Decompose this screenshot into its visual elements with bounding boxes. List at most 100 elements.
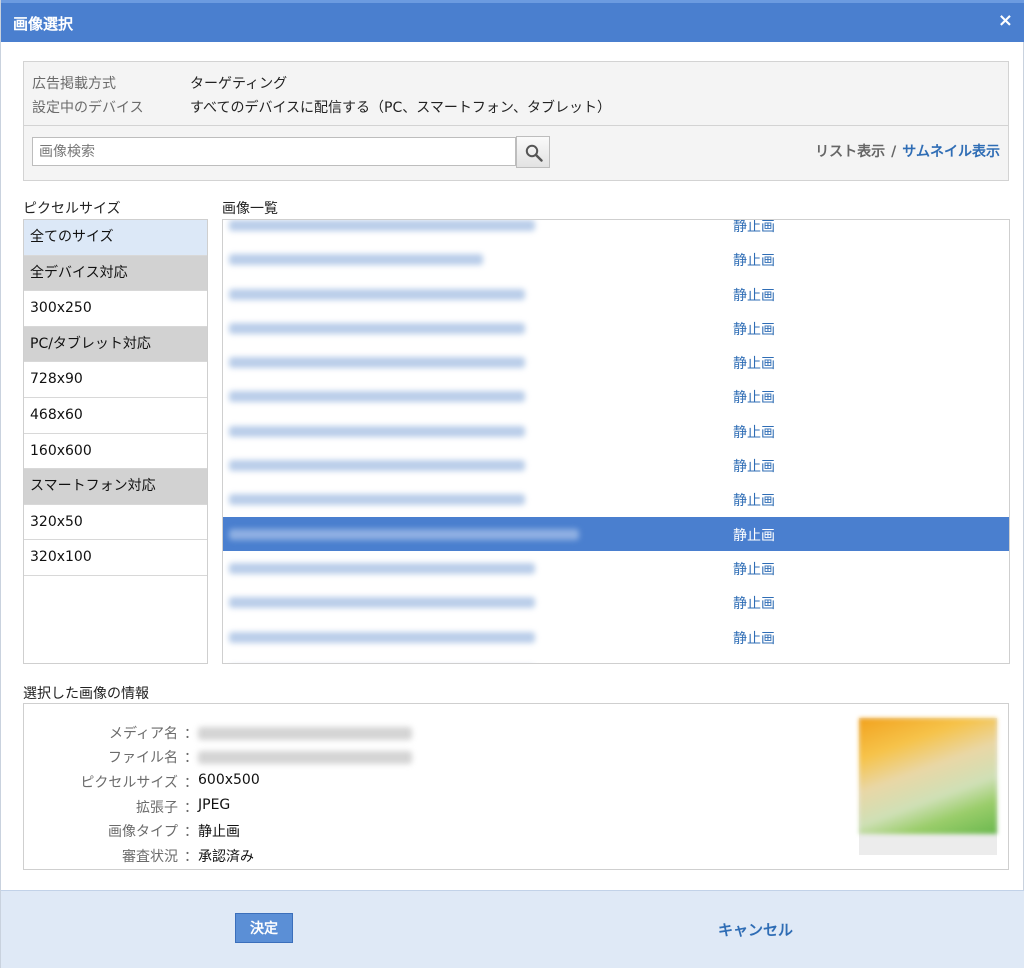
- image-type-text: 静止画: [733, 493, 775, 510]
- image-type-text: 静止画: [733, 356, 775, 373]
- size-item[interactable]: 300x250: [24, 291, 207, 327]
- image-list-row[interactable]: 静止画: [223, 242, 1009, 276]
- colon: ：: [184, 800, 198, 816]
- dialog-titlebar: 画像選択 ×: [1, 0, 1024, 42]
- list-view-link[interactable]: リスト表示: [815, 144, 885, 160]
- cancel-button[interactable]: キャンセル: [718, 919, 793, 940]
- image-file-name-redacted: [229, 597, 535, 609]
- image-list-row[interactable]: 静止画: [223, 620, 1009, 654]
- image-thumbnail: [859, 718, 997, 855]
- image-list-rows: 静止画静止画静止画静止画静止画静止画静止画静止画静止画静止画静止画静止画静止画静…: [223, 219, 1009, 663]
- pixel-size-row: ピクセルサイズ ： 600x500: [24, 769, 724, 793]
- image-select-dialog: 画像選択 × 広告掲載方式 ターゲティング 設定中のデバイス すべてのデバイスに配信…: [0, 0, 1024, 968]
- image-list-heading: 画像一覧: [222, 201, 278, 217]
- close-icon[interactable]: ×: [998, 11, 1013, 31]
- image-type-label: 画像タイプ: [108, 824, 178, 840]
- image-file-name-redacted: [229, 322, 525, 334]
- ad-method-label: 広告掲載方式: [32, 76, 116, 92]
- pixel-size-value: 600x500: [198, 772, 260, 788]
- search-icon: [525, 144, 543, 162]
- thumbnail-preview: [859, 718, 997, 834]
- extension-row: 拡張子 ： JPEG: [24, 794, 724, 818]
- divider: [24, 125, 1008, 126]
- media-name-label: メディア名: [108, 726, 178, 742]
- extension-value: JPEG: [198, 797, 231, 813]
- thumbnail-view-link[interactable]: サムネイル表示: [902, 144, 1000, 160]
- image-list-row[interactable]: 静止画: [223, 654, 1009, 663]
- size-item[interactable]: 468x60: [24, 398, 207, 434]
- image-file-name-redacted: [229, 357, 525, 369]
- review-status-label: 審査状況: [122, 849, 178, 865]
- image-list-row[interactable]: 静止画: [223, 448, 1009, 482]
- size-item[interactable]: 320x100: [24, 540, 207, 576]
- size-item[interactable]: 728x90: [24, 362, 207, 398]
- ad-info-panel: 広告掲載方式 ターゲティング 設定中のデバイス すべてのデバイスに配信する（PC、ス…: [23, 61, 1009, 181]
- image-type-text: 静止画: [733, 527, 775, 544]
- image-type-text: 静止画: [733, 287, 775, 304]
- image-list-row[interactable]: 静止画: [223, 345, 1009, 379]
- extension-label: 拡張子: [136, 800, 178, 816]
- colon: ：: [184, 775, 198, 791]
- image-list-row[interactable]: 静止画: [223, 379, 1009, 413]
- image-type-text: 静止画: [733, 390, 775, 407]
- image-type-text: 静止画: [733, 321, 775, 338]
- view-toggle: リスト表示 / サムネイル表示: [815, 141, 1000, 161]
- dialog-footer: 決定 キャンセル: [1, 890, 1024, 968]
- image-list-row[interactable]: 静止画: [223, 482, 1009, 516]
- image-list-row[interactable]: 静止画: [223, 311, 1009, 345]
- search-button[interactable]: [516, 136, 550, 168]
- colon: ：: [184, 726, 198, 742]
- image-type-text: 静止画: [733, 561, 775, 578]
- review-status-row: 審査状況 ： 承認済み: [24, 843, 724, 867]
- colon: ：: [184, 824, 198, 840]
- view-toggle-separator: /: [891, 144, 897, 160]
- image-list-row[interactable]: 静止画: [223, 219, 1009, 242]
- search-input[interactable]: [32, 137, 516, 166]
- image-type-text: 静止画: [733, 219, 775, 235]
- device-label: 設定中のデバイス: [32, 100, 144, 116]
- image-file-name-redacted: [229, 391, 525, 403]
- image-type-text: 静止画: [733, 253, 775, 270]
- image-file-name-redacted: [229, 562, 535, 574]
- colon: ：: [184, 849, 198, 865]
- image-file-name-redacted: [229, 460, 525, 472]
- image-type-text: 静止画: [733, 459, 775, 476]
- image-file-name-redacted: [229, 631, 535, 643]
- image-type-text: 静止画: [733, 596, 775, 613]
- review-status-value: 承認済み: [198, 849, 254, 865]
- image-list[interactable]: 静止画静止画静止画静止画静止画静止画静止画静止画静止画静止画静止画静止画静止画静…: [222, 219, 1010, 664]
- ad-method-row: 広告掲載方式 ターゲティング: [32, 73, 287, 93]
- pixel-size-heading: ピクセルサイズ: [23, 201, 121, 217]
- image-list-row[interactable]: 静止画: [223, 551, 1009, 585]
- file-name-label: ファイル名: [108, 750, 178, 766]
- image-list-row[interactable]: 静止画: [223, 516, 1009, 551]
- ad-method-value: ターゲティング: [190, 76, 288, 92]
- image-file-name-redacted: [229, 425, 525, 437]
- size-item[interactable]: 160x600: [24, 434, 207, 470]
- file-name-row: ファイル名 ：: [24, 744, 724, 768]
- media-name-value-redacted: [198, 727, 412, 740]
- image-list-row[interactable]: 静止画: [223, 585, 1009, 619]
- media-name-row: メディア名 ：: [24, 720, 724, 744]
- device-row: 設定中のデバイス すべてのデバイスに配信する（PC、スマートフォン、タブレット）: [32, 97, 611, 117]
- size-group-header[interactable]: 全デバイス対応: [24, 255, 207, 292]
- size-group-header[interactable]: スマートフォン対応: [24, 469, 207, 505]
- image-type-text: 静止画: [733, 662, 775, 663]
- colon: ：: [184, 750, 198, 766]
- selected-image-info-panel: メディア名 ： ファイル名 ： ピクセルサイズ ： 600x500 拡張子 ： …: [23, 703, 1009, 870]
- pixel-size-list: 全てのサイズ 全デバイス対応 300x250 PC/タブレット対応 728x90 468x…: [23, 219, 208, 664]
- image-file-name-redacted: [229, 494, 525, 506]
- size-item[interactable]: 全てのサイズ: [24, 220, 207, 256]
- image-type-row: 画像タイプ ： 静止画: [24, 818, 724, 842]
- image-type-text: 静止画: [733, 424, 775, 441]
- image-file-name-redacted: [229, 254, 483, 266]
- image-list-row[interactable]: 静止画: [223, 414, 1009, 448]
- ok-button[interactable]: 決定: [235, 913, 293, 943]
- image-file-name-redacted: [229, 220, 535, 231]
- image-list-row[interactable]: 静止画: [223, 277, 1009, 311]
- image-file-name-redacted: [229, 288, 525, 300]
- pixel-size-label: ピクセルサイズ: [80, 775, 178, 791]
- size-group-header[interactable]: PC/タブレット対応: [24, 326, 207, 363]
- device-value: すべてのデバイスに配信する（PC、スマートフォン、タブレット）: [190, 100, 611, 116]
- size-item[interactable]: 320x50: [24, 505, 207, 541]
